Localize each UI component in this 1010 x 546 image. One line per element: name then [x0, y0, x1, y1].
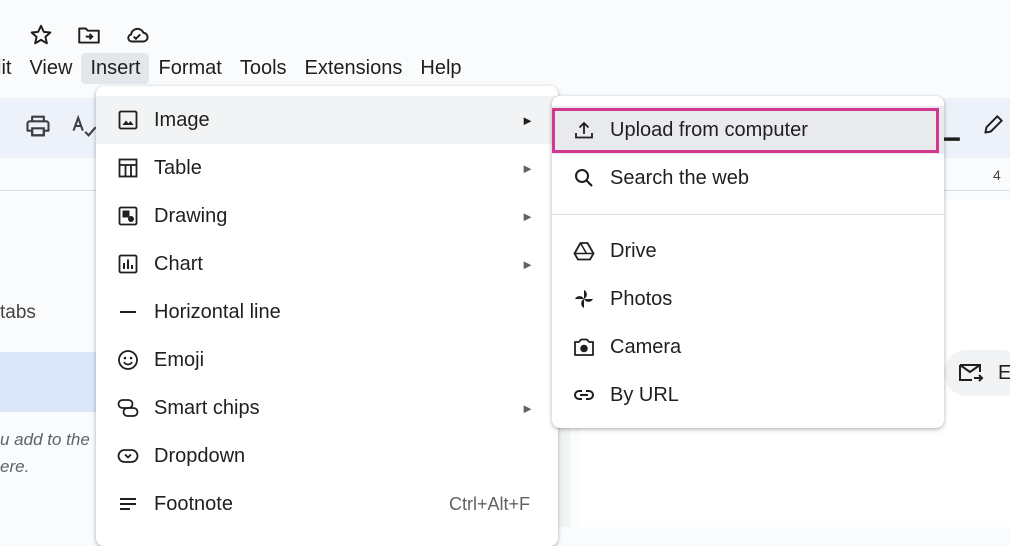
menu-item-dropdown[interactable]: Dropdown: [96, 432, 558, 480]
chevron-right-icon: ►: [521, 208, 534, 224]
mail-send-icon: [959, 364, 984, 382]
submenu-item-by-url[interactable]: By URL: [552, 371, 944, 419]
menu-view[interactable]: View: [20, 53, 81, 84]
document-tabs-label: tabs: [0, 302, 36, 323]
submenu-item-drive[interactable]: Drive: [552, 227, 944, 275]
menu-item-horizontal-line[interactable]: Horizontal line: [96, 288, 558, 336]
upload-icon: [575, 121, 593, 139]
submenu-divider: [552, 214, 944, 215]
footnote-icon: [120, 498, 136, 510]
highlighter-icon[interactable]: [980, 112, 1006, 138]
emoji-icon: [118, 350, 138, 370]
email-draft-chip[interactable]: E: [944, 350, 1010, 396]
menu-tools[interactable]: Tools: [231, 53, 296, 84]
menu-item-emoji[interactable]: Emoji: [96, 336, 558, 384]
chevron-right-icon: ►: [521, 112, 534, 128]
menu-item-table[interactable]: Table ►: [96, 144, 558, 192]
menu-item-footnote[interactable]: Footnote Ctrl+Alt+F: [96, 480, 558, 528]
menu-extensions[interactable]: Extensions: [296, 53, 412, 84]
submenu-item-search-the-web[interactable]: Search the web: [552, 154, 944, 202]
chevron-right-icon: ►: [521, 400, 534, 416]
menu-insert[interactable]: Insert: [81, 52, 150, 84]
camera-icon: [574, 338, 594, 356]
link-icon: [574, 390, 594, 400]
spellcheck-icon[interactable]: [70, 112, 98, 140]
chart-icon: [118, 254, 138, 274]
table-icon: [118, 158, 138, 178]
horizontal-line-icon: [120, 311, 136, 313]
submenu-item-camera[interactable]: Camera: [552, 323, 944, 371]
footnote-shortcut: Ctrl+Alt+F: [448, 493, 530, 514]
insert-menu: Image ► Table ► Drawing ► Chart ► Horizo…: [96, 86, 558, 546]
menu-bar: lit View Insert Format Tools Extensions …: [0, 52, 471, 84]
image-icon: [118, 110, 138, 130]
submenu-item-photos[interactable]: Photos: [552, 275, 944, 323]
menu-format[interactable]: Format: [149, 53, 230, 84]
left-panel-note: u add to the ere.: [0, 430, 90, 476]
menu-item-drawing[interactable]: Drawing ►: [96, 192, 558, 240]
title-icons: [28, 22, 150, 48]
chevron-right-icon: ►: [521, 256, 534, 272]
drawing-icon: [118, 206, 138, 226]
star-icon[interactable]: [28, 22, 54, 48]
photos-icon: [575, 290, 593, 308]
menu-edit[interactable]: lit: [0, 53, 20, 84]
dropdown-icon: [117, 449, 139, 463]
cloud-saved-icon[interactable]: [124, 22, 150, 48]
selected-tab-highlight[interactable]: [0, 352, 96, 412]
image-submenu: Upload from computer Search the web Driv…: [552, 96, 944, 428]
print-icon[interactable]: [24, 112, 52, 140]
menu-item-smart-chips[interactable]: Smart chips ►: [96, 384, 558, 432]
menu-item-image[interactable]: Image ►: [96, 96, 558, 144]
drive-icon: [573, 242, 595, 261]
move-folder-icon[interactable]: [76, 22, 102, 48]
menu-item-chart[interactable]: Chart ►: [96, 240, 558, 288]
chevron-right-icon: ►: [521, 160, 534, 176]
ruler-number: 4: [993, 167, 1001, 183]
smart-chips-icon: [117, 399, 139, 417]
menu-help[interactable]: Help: [411, 53, 470, 84]
search-icon: [575, 169, 593, 187]
submenu-item-upload-from-computer[interactable]: Upload from computer: [552, 106, 944, 154]
